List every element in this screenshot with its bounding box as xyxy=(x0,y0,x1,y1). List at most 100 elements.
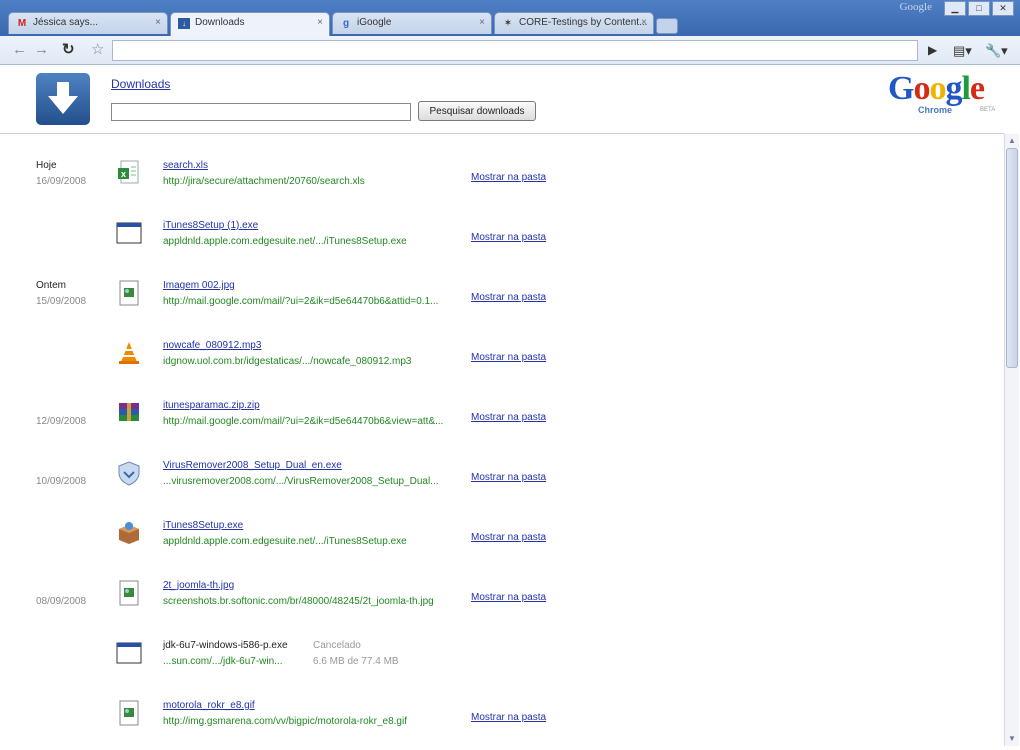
close-tab-icon[interactable]: × xyxy=(479,17,485,28)
header-divider xyxy=(0,133,1004,134)
download-source-url: http://mail.google.com/mail/?ui=2&ik=d5e… xyxy=(163,416,444,427)
minimize-button[interactable]: ▁ xyxy=(944,1,966,16)
show-in-folder-link[interactable]: Mostrar na pasta xyxy=(471,412,546,423)
show-in-folder-link[interactable]: Mostrar na pasta xyxy=(471,532,546,543)
tab-igoogle[interactable]: g iGoogle × xyxy=(332,12,492,34)
show-in-folder-link[interactable]: Mostrar na pasta xyxy=(471,352,546,363)
search-downloads-button[interactable]: Pesquisar downloads xyxy=(418,101,536,121)
download-item: x search.xls http://jira/secure/attachme… xyxy=(110,160,570,210)
tab-core[interactable]: ✶ CORE-Testings by Content... × xyxy=(494,12,654,34)
scroll-up-arrow-icon[interactable]: ▲ xyxy=(1005,134,1019,148)
reload-icon[interactable]: ↻ xyxy=(62,41,75,58)
vlc-cone-icon xyxy=(119,342,139,364)
tab-title: Jéssica says... xyxy=(33,17,99,28)
core-icon: ✶ xyxy=(503,18,513,29)
download-item: motorola_rokr_e8.gif http://img.gsmarena… xyxy=(110,700,570,750)
download-item: Imagem 002.jpg http://mail.google.com/ma… xyxy=(110,280,570,330)
date-group-date: 12/09/2008 xyxy=(36,416,87,427)
download-item: itunesparamac.zip.zip http://mail.google… xyxy=(110,400,570,450)
vertical-scrollbar[interactable]: ▲ ▼ xyxy=(1004,134,1019,746)
download-source-url: idgnow.uol.com.br/idgestaticas/.../nowca… xyxy=(163,356,412,367)
tab-gmail[interactable]: M Jéssica says... × xyxy=(8,12,168,34)
search-downloads-input[interactable] xyxy=(111,103,411,121)
svg-text:x: x xyxy=(121,169,126,179)
close-tab-icon[interactable]: × xyxy=(155,17,161,28)
download-filename: jdk-6u7-windows-i586-p.exe xyxy=(163,640,288,651)
date-group-date: 15/09/2008 xyxy=(36,296,87,307)
download-item: 2t_joomla-th.jpg screenshots.br.softonic… xyxy=(110,580,570,630)
executable-window-icon xyxy=(116,222,142,244)
logo-wordmark: Google xyxy=(888,70,985,107)
download-source-url: ...sun.com/.../jdk-6u7-win... xyxy=(163,656,283,667)
wrench-menu-icon[interactable]: 🔧▾ xyxy=(985,42,1008,59)
show-in-folder-link[interactable]: Mostrar na pasta xyxy=(471,292,546,303)
date-group: Hoje 16/09/2008 xyxy=(36,160,86,187)
logo-beta-badge: BETA xyxy=(980,107,996,113)
titlebar-brand: Google xyxy=(899,1,932,13)
show-in-folder-link[interactable]: Mostrar na pasta xyxy=(471,472,546,483)
download-filename-link[interactable]: iTunes8Setup (1).exe xyxy=(163,220,258,231)
download-filename-link[interactable]: itunesparamac.zip.zip xyxy=(163,400,260,411)
downloads-page-icon xyxy=(36,73,90,125)
go-arrow-icon[interactable]: ▶ xyxy=(928,42,937,59)
download-filename-link[interactable]: nowcafe_080912.mp3 xyxy=(163,340,261,351)
window-titlebar: M Jéssica says... × ↓ Downloads × g iGoo… xyxy=(0,0,1020,36)
browser-toolbar: ← → ↻ ☆ ▶ ▤▾ 🔧▾ xyxy=(0,36,1020,65)
maximize-button[interactable]: □ xyxy=(968,1,990,16)
scroll-down-arrow-icon[interactable]: ▼ xyxy=(1005,732,1019,746)
downloads-icon: ↓ xyxy=(178,18,190,29)
shield-installer-icon xyxy=(118,461,140,486)
show-in-folder-link[interactable]: Mostrar na pasta xyxy=(471,712,546,723)
download-source-url: appldnld.apple.com.edgesuite.net/.../iTu… xyxy=(163,236,407,247)
google-chrome-logo: Google Chrome BETA xyxy=(888,72,1008,116)
download-item: iTunes8Setup (1).exe appldnld.apple.com.… xyxy=(110,220,570,270)
close-tab-icon[interactable]: × xyxy=(641,17,647,28)
show-in-folder-link[interactable]: Mostrar na pasta xyxy=(471,592,546,603)
tab-downloads[interactable]: ↓ Downloads × xyxy=(170,12,330,36)
date-group-date: 10/09/2008 xyxy=(36,476,87,487)
installer-box-icon xyxy=(119,522,139,544)
scrollbar-thumb[interactable] xyxy=(1006,148,1018,368)
download-filename-link[interactable]: motorola_rokr_e8.gif xyxy=(163,700,255,711)
gmail-icon: M xyxy=(17,18,27,29)
date-group: 12/09/2008 xyxy=(36,416,86,427)
date-group-label: Ontem xyxy=(36,280,67,291)
show-in-folder-link[interactable]: Mostrar na pasta xyxy=(471,232,546,243)
logo-product: Chrome xyxy=(918,105,953,115)
date-group: Ontem 15/09/2008 xyxy=(36,280,86,307)
download-source-url: http://jira/secure/attachment/20760/sear… xyxy=(163,176,365,187)
page-menu-icon[interactable]: ▤▾ xyxy=(953,42,972,59)
download-filename-link[interactable]: iTunes8Setup.exe xyxy=(163,520,243,531)
tab-title: Downloads xyxy=(195,17,245,28)
download-filename-link[interactable]: Imagem 002.jpg xyxy=(163,280,235,291)
close-tab-icon[interactable]: × xyxy=(317,17,323,28)
back-arrow-icon[interactable]: ← xyxy=(12,41,27,58)
download-filename-link[interactable]: VirusRemover2008_Setup_Dual_en.exe xyxy=(163,460,342,471)
winrar-archive-icon xyxy=(119,403,139,421)
igoogle-icon: g xyxy=(342,18,350,29)
tab-strip: M Jéssica says... × ↓ Downloads × g iGoo… xyxy=(8,12,678,36)
download-source-url: http://img.gsmarena.com/vv/bigpic/motoro… xyxy=(163,716,407,727)
page-title[interactable]: Downloads xyxy=(111,77,170,91)
window-controls: ▁ □ ✕ xyxy=(944,1,1014,16)
download-source-url: http://mail.google.com/mail/?ui=2&ik=d5e… xyxy=(163,296,439,307)
image-file-icon xyxy=(119,280,139,306)
new-tab-button[interactable] xyxy=(656,18,678,34)
download-filename-link[interactable]: search.xls xyxy=(163,160,208,171)
date-group-label: Hoje xyxy=(36,160,57,171)
download-source-url: screenshots.br.softonic.com/br/48000/482… xyxy=(163,596,434,607)
excel-file-icon: x xyxy=(118,160,139,184)
forward-arrow-icon[interactable]: → xyxy=(34,41,49,58)
download-source-url: appldnld.apple.com.edgesuite.net/.../iTu… xyxy=(163,536,407,547)
download-source-url: ...virusremover2008.com/.../VirusRemover… xyxy=(163,476,439,487)
download-filename-link[interactable]: 2t_joomla-th.jpg xyxy=(163,580,234,591)
show-in-folder-link[interactable]: Mostrar na pasta xyxy=(471,172,546,183)
bookmark-star-icon[interactable]: ☆ xyxy=(91,41,104,58)
image-file-icon xyxy=(119,700,139,726)
download-item: nowcafe_080912.mp3 idgnow.uol.com.br/idg… xyxy=(110,340,570,390)
download-item: iTunes8Setup.exe appldnld.apple.com.edge… xyxy=(110,520,570,570)
image-file-icon xyxy=(119,580,139,606)
address-bar[interactable] xyxy=(112,40,918,61)
date-group-date: 08/09/2008 xyxy=(36,596,87,607)
close-window-button[interactable]: ✕ xyxy=(992,1,1014,16)
